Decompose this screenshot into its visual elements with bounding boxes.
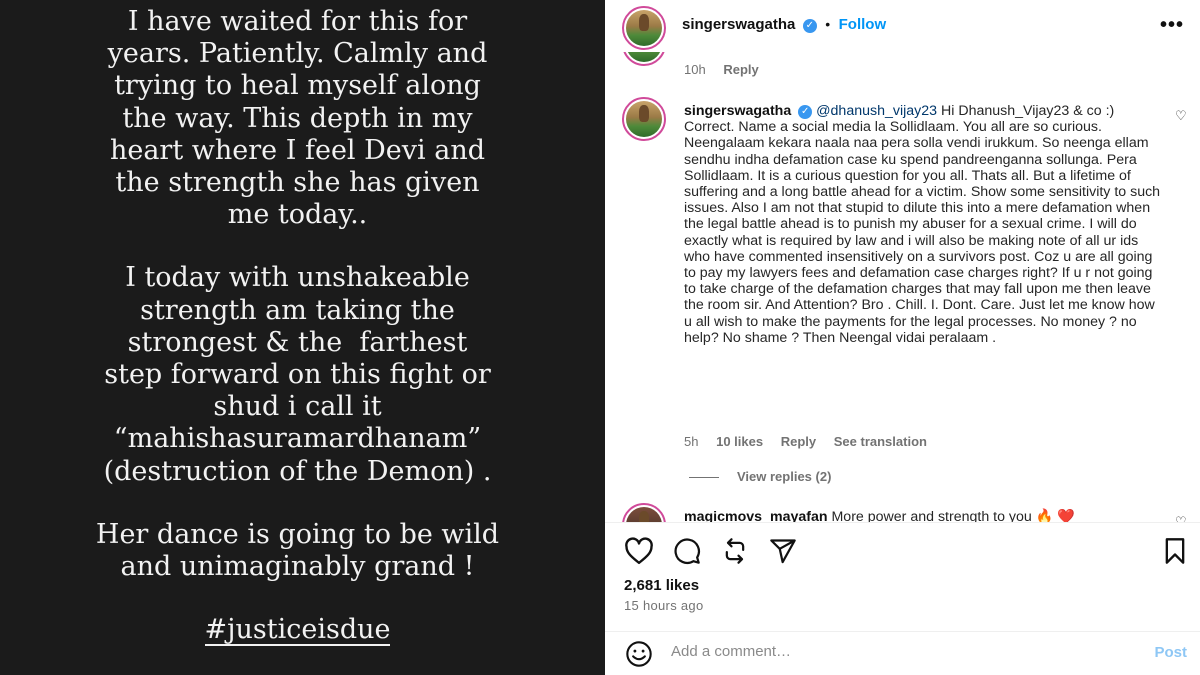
post-header: singerswagatha ✓ • Follow ••• bbox=[605, 0, 1200, 52]
story-paragraph-1: I have waited for this for years. Patien… bbox=[0, 6, 595, 231]
story-line: trying to heal myself along bbox=[114, 70, 481, 102]
story-paragraph-3: Her dance is going to be wild and unimag… bbox=[0, 519, 595, 583]
likes-count[interactable]: 2,681 likes bbox=[624, 577, 699, 594]
repost-icon[interactable] bbox=[721, 536, 749, 566]
comment-author-username[interactable]: singerswagatha bbox=[684, 103, 791, 119]
view-replies-button[interactable]: View replies (2) bbox=[737, 469, 831, 484]
post-timestamp[interactable]: 15 hours ago bbox=[624, 598, 704, 613]
avatar[interactable] bbox=[622, 6, 666, 50]
story-line: the strength she has given bbox=[115, 167, 480, 199]
story-line: I have waited for this for bbox=[127, 6, 468, 37]
comment-meta: 5h 10 likes Reply See translation bbox=[684, 434, 941, 449]
comment-time: 5h bbox=[684, 434, 699, 449]
story-line: shud i call it bbox=[213, 391, 382, 423]
story-line: I today with unshakeable bbox=[125, 262, 470, 294]
emoji-icon[interactable] bbox=[625, 640, 653, 668]
story-line: step forward on this fight or bbox=[104, 359, 491, 391]
heart-icon[interactable]: ♡ bbox=[1175, 108, 1187, 124]
verified-badge-icon: ✓ bbox=[802, 19, 817, 33]
story-line: “mahishasuramardhanam” bbox=[113, 423, 482, 455]
comment-body: More power and strength to you 🔥 ❤️ bbox=[831, 509, 1076, 522]
story-image: I have waited for this for years. Patien… bbox=[0, 0, 605, 675]
comment-meta: 10h Reply bbox=[684, 62, 773, 77]
share-icon[interactable] bbox=[769, 537, 797, 565]
reply-button[interactable]: Reply bbox=[781, 434, 816, 449]
more-options-icon[interactable]: ••• bbox=[1160, 14, 1184, 37]
story-line: years. Patiently. Calmly and bbox=[107, 38, 488, 70]
story-line: Her dance is going to be wild bbox=[95, 518, 500, 550]
follow-button[interactable]: Follow bbox=[839, 16, 887, 33]
story-line: the way. This depth in my bbox=[122, 102, 473, 134]
story-paragraph-2: I today with unshakeable strength am tak… bbox=[0, 262, 595, 487]
see-translation-button[interactable]: See translation bbox=[834, 434, 927, 449]
story-text: I have waited for this for years. Patien… bbox=[0, 6, 595, 647]
comment-mention[interactable]: @dhanush_vijay23 bbox=[816, 103, 937, 119]
story-hashtag: #justiceisdue bbox=[204, 614, 391, 647]
post-panel: singerswagatha ✓ • Follow ••• 10h Reply … bbox=[605, 0, 1200, 675]
story-line: me today.. bbox=[227, 199, 368, 231]
add-comment-input[interactable] bbox=[671, 643, 1091, 660]
story-line: strongest & the farthest bbox=[127, 326, 468, 358]
heart-icon[interactable]: ♡ bbox=[1175, 514, 1187, 522]
comments-list[interactable]: 10h Reply singerswagatha ✓ @dhanush_vija… bbox=[605, 52, 1200, 522]
comment-text: magicmovs_mayafan More power and strengt… bbox=[684, 509, 1075, 522]
comment-text: singerswagatha ✓ @dhanush_vijay23 Hi Dha… bbox=[684, 103, 1166, 346]
avatar[interactable] bbox=[622, 97, 666, 141]
divider bbox=[689, 477, 719, 479]
comment-body: Hi Dhanush_Vijay23 & co :) Correct. Name… bbox=[684, 103, 1161, 346]
story-line: (destruction of the Demon) . bbox=[103, 455, 492, 487]
post-comment-button[interactable]: Post bbox=[1154, 644, 1187, 661]
add-comment-row: Post bbox=[605, 631, 1200, 673]
avatar[interactable] bbox=[622, 503, 666, 522]
verified-badge-icon: ✓ bbox=[798, 105, 813, 119]
comment-likes[interactable]: 10 likes bbox=[716, 434, 763, 449]
story-line: strength am taking the bbox=[140, 294, 455, 326]
story-line: and unimaginably grand ! bbox=[120, 551, 475, 583]
comment-icon[interactable] bbox=[673, 537, 701, 565]
reply-button[interactable]: Reply bbox=[723, 62, 758, 77]
story-line: heart where I feel Devi and bbox=[109, 134, 486, 166]
comment-time: 10h bbox=[684, 62, 706, 77]
avatar[interactable] bbox=[622, 52, 666, 66]
comment-author-username[interactable]: magicmovs_mayafan bbox=[684, 509, 828, 522]
save-bookmark-icon[interactable] bbox=[1163, 537, 1187, 565]
post-author-username[interactable]: singerswagatha bbox=[682, 16, 795, 33]
view-replies-row[interactable]: View replies (2) bbox=[689, 469, 845, 484]
like-heart-icon[interactable] bbox=[624, 537, 654, 565]
post-actions: 2,681 likes 15 hours ago Post bbox=[605, 522, 1200, 672]
